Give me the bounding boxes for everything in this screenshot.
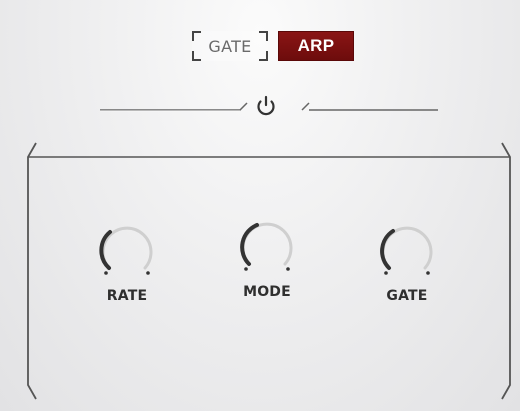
knob-mode-label: MODE bbox=[243, 284, 291, 300]
knob-indicator bbox=[380, 229, 395, 270]
knob-mode[interactable]: MODE bbox=[222, 214, 312, 300]
knob-gate-label: GATE bbox=[386, 288, 428, 304]
bracket-corner bbox=[192, 51, 201, 61]
tab-gate-label: GATE bbox=[208, 36, 252, 56]
mode-selector: GATE ARP bbox=[192, 30, 354, 62]
knob-gate[interactable]: GATE bbox=[362, 218, 452, 304]
knob-rate[interactable]: RATE bbox=[82, 218, 172, 304]
tab-arp-label: ARP bbox=[297, 36, 335, 55]
knob-min-dot bbox=[384, 271, 388, 275]
power-icon[interactable] bbox=[253, 93, 279, 119]
knob-rate-label: RATE bbox=[106, 288, 148, 304]
bracket-corner bbox=[259, 51, 268, 61]
power-rail bbox=[100, 93, 438, 119]
knob-min-dot bbox=[104, 271, 108, 275]
knob-max-dot bbox=[146, 271, 150, 275]
frame-bracket-right bbox=[501, 142, 511, 400]
gate-knob-dial[interactable] bbox=[375, 218, 439, 282]
bracket-corner bbox=[192, 31, 201, 41]
bracket-corner bbox=[259, 31, 268, 41]
tab-gate[interactable]: GATE bbox=[192, 31, 268, 61]
mode-knob-dial[interactable] bbox=[235, 214, 299, 278]
rail-spacer bbox=[303, 96, 438, 110]
rail-line-left bbox=[100, 102, 248, 111]
rate-knob-dial[interactable] bbox=[95, 218, 159, 282]
tab-arp[interactable]: ARP bbox=[278, 31, 354, 61]
knob-max-dot bbox=[286, 267, 290, 271]
frame-bracket-left bbox=[27, 142, 37, 400]
knob-max-dot bbox=[426, 271, 430, 275]
knob-min-dot bbox=[244, 267, 248, 271]
